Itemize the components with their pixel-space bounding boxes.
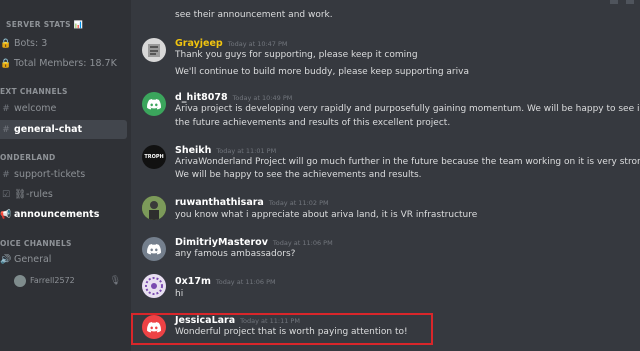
toolbar-icon[interactable] [610,0,618,4]
timestamp: Today at 11:02 PM [268,199,329,207]
discord-app: SERVER STATS 📊 🔒 Bots: 3 🔒 Total Members: … [0,0,640,351]
message-author[interactable]: DimitriyMasterov Today at 11:06 PM [175,237,333,248]
avatar[interactable] [142,196,166,220]
message-line: Thank you guys for supporting, please ke… [175,50,418,60]
avatar-sketch-icon [148,44,160,57]
muted-icon: 🎙 [109,275,121,286]
avatar-text: TROPH [144,154,164,160]
message-line: see their announcement and work. [175,10,333,20]
highlight-box [131,313,433,345]
message-list: see their announcement and work. Grayjee… [131,0,640,351]
rules-icon: ☑ [1,189,11,200]
timestamp: Today at 11:06 PM [272,239,333,247]
timestamp: Today at 11:06 PM [215,278,276,286]
timestamp: Today at 10:47 PM [227,40,288,48]
stat-members: 🔒 Total Members: 18.7K [0,58,117,69]
message-line: We'll continue to build more buddy, plea… [175,67,469,77]
message-line: the future achievements and results of t… [175,118,451,128]
hash-icon: # [2,103,10,114]
avatar[interactable] [142,92,166,116]
avatar-pattern-icon [142,274,166,298]
avatar[interactable] [142,274,166,298]
message-line: hi [175,289,184,299]
message-author[interactable]: Sheikh Today at 11:01 PM [175,145,276,156]
channel-announcements[interactable]: 📢 announcements [0,205,127,224]
message-line: We will be happy to see the achievements… [175,170,422,180]
avatar[interactable] [142,38,166,62]
voice-lock-icon: 🔒 [0,58,12,69]
channel-general-chat[interactable]: # general-chat [0,120,127,139]
category-server-stats[interactable]: SERVER STATS 📊 [6,20,83,29]
channel-rules[interactable]: ☑ ⛓-rules [0,185,127,204]
message-author[interactable]: Grayjeep Today at 10:47 PM [175,38,288,49]
voice-lock-icon: 🔒 [0,38,12,49]
hash-icon: # [2,124,10,135]
avatar[interactable]: TROPH [142,145,166,169]
voice-user[interactable]: Farrell2572 🎙 [14,271,127,290]
message-author[interactable]: 0x17m Today at 11:06 PM [175,276,276,287]
timestamp: Today at 11:01 PM [216,147,277,155]
message-author[interactable]: d_hit8078 Today at 10:49 PM [175,92,292,103]
message-line: you know what i appreciate about ariva l… [175,210,478,220]
megaphone-icon: 📢 [0,209,12,220]
category-voice-channels[interactable]: OICE CHANNELS [0,239,72,248]
message-line: Ariva project is developing very rapidly… [175,104,640,114]
message-author[interactable]: ruwanthathisara Today at 11:02 PM [175,197,329,208]
message-line: ArivaWonderland Project will go much fur… [175,157,640,167]
hash-icon: # [2,169,10,180]
toolbar-icon[interactable] [626,0,634,4]
channel-support-tickets[interactable]: # support-tickets [0,165,127,184]
stat-bots: 🔒 Bots: 3 [0,38,48,49]
discord-logo-icon [147,98,161,109]
avatar[interactable] [142,237,166,261]
avatar-photo-icon [142,196,166,220]
avatar [14,274,26,287]
speaker-icon: 🔊 [0,254,12,265]
channel-welcome[interactable]: # welcome [0,99,127,118]
category-wonderland[interactable]: ONDERLAND [0,153,56,162]
voice-channel-general[interactable]: 🔊 General [0,250,127,269]
discord-logo-icon [147,243,161,254]
message-line: any famous ambassadors? [175,249,296,259]
category-text-channels[interactable]: EXT CHANNELS [0,87,68,96]
channel-sidebar: SERVER STATS 📊 🔒 Bots: 3 🔒 Total Members: … [0,0,131,351]
timestamp: Today at 10:49 PM [232,94,293,102]
